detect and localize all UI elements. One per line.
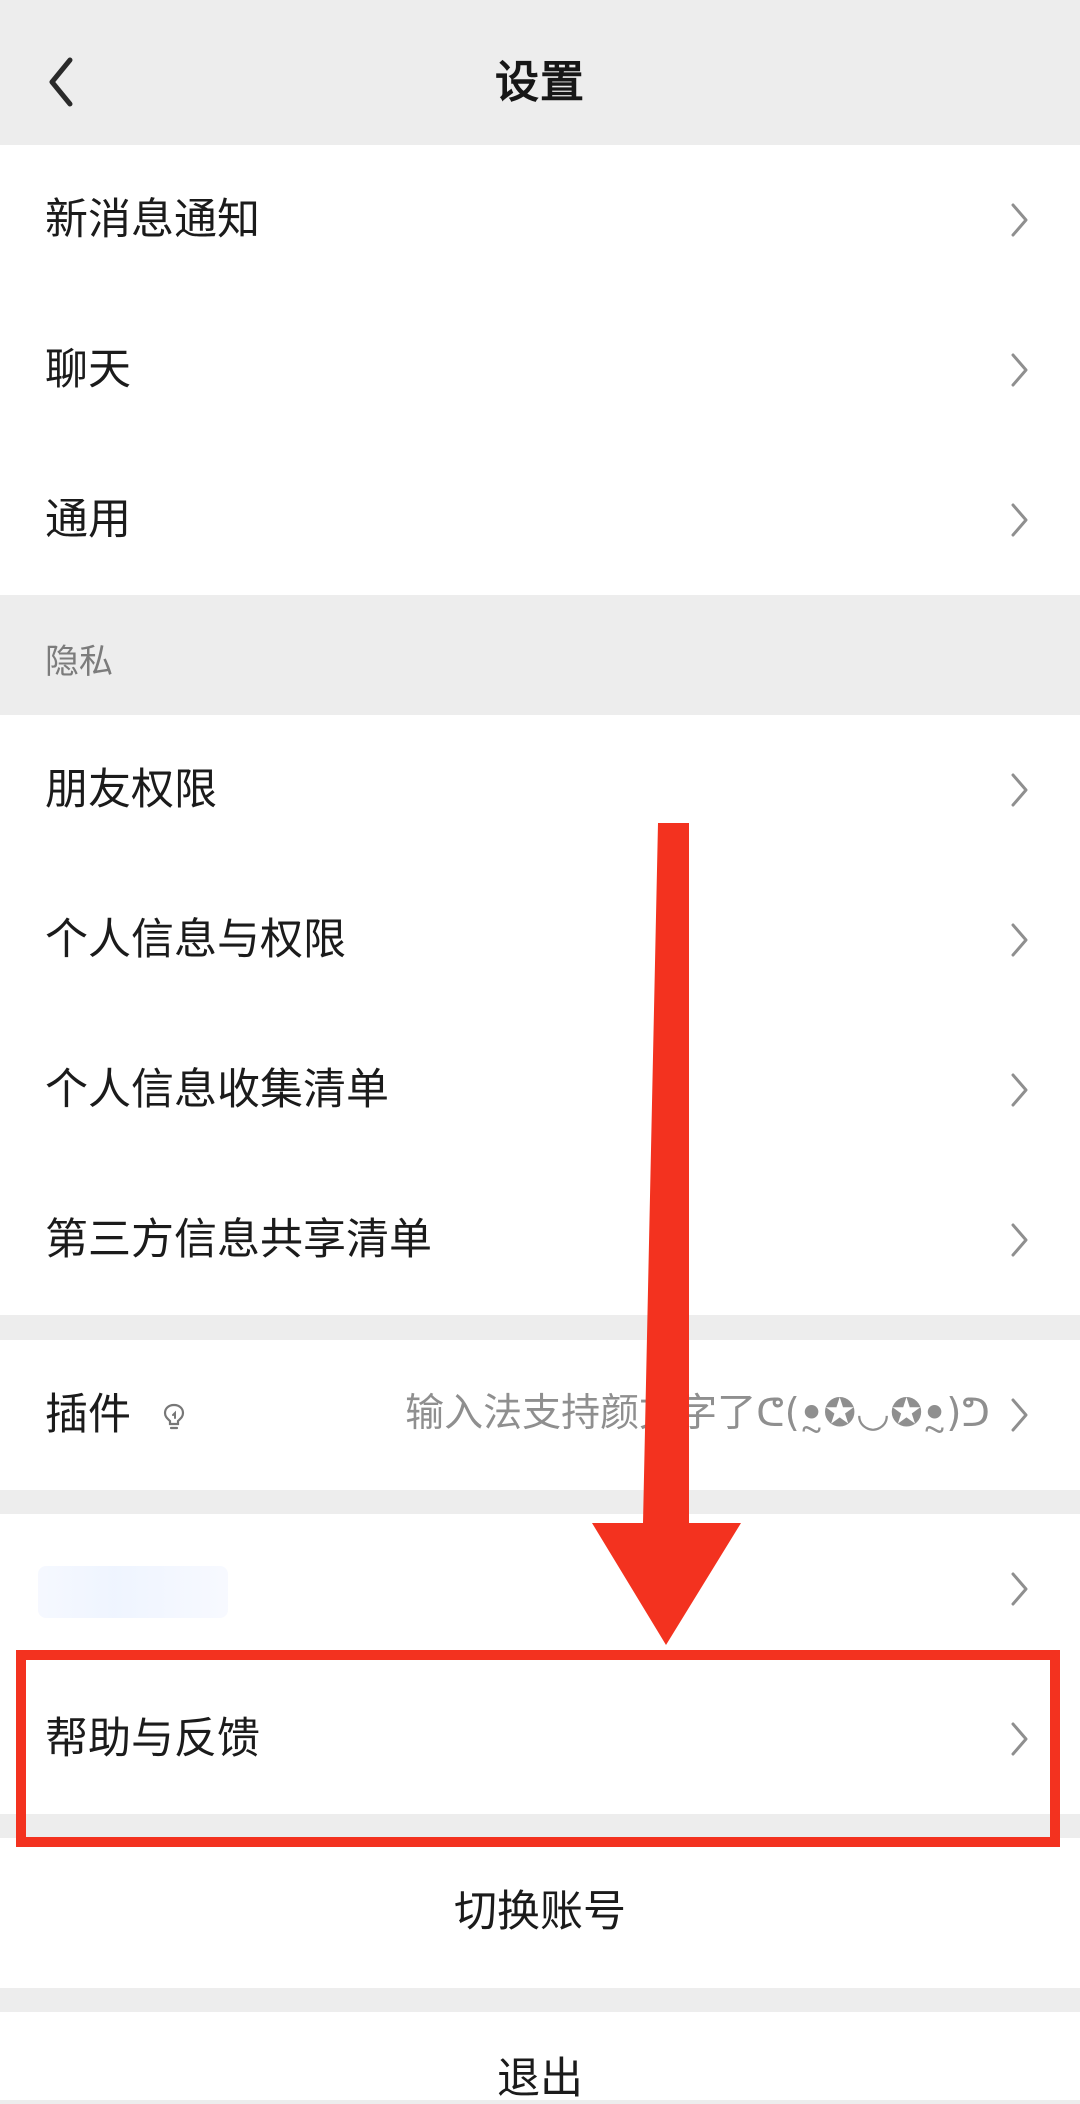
settings-row-chat[interactable]: 聊天 bbox=[0, 295, 1080, 445]
chevron-right-icon bbox=[1006, 349, 1034, 391]
settings-row-obscured[interactable] bbox=[0, 1514, 1080, 1664]
settings-row-label: 插件 bbox=[45, 1390, 131, 1440]
settings-group-privacy: 朋友权限 个人信息与权限 个人信息收集清单 第三方信息共享清单 bbox=[0, 715, 1080, 1315]
logout-section: 退出 bbox=[0, 2012, 1080, 2104]
settings-row-label: 朋友权限 bbox=[45, 765, 217, 815]
settings-group-top: 新消息通知 聊天 通用 bbox=[0, 145, 1080, 595]
obscured-label bbox=[38, 1566, 228, 1618]
chevron-right-icon bbox=[1006, 769, 1034, 811]
chevron-right-icon bbox=[1006, 1069, 1034, 1111]
privacy-section-header: 隐私 bbox=[45, 642, 113, 682]
navigation-bar: 设置 bbox=[0, 0, 1080, 145]
switch-account-button[interactable]: 切换账号 bbox=[0, 1887, 1080, 1937]
settings-row-label: 通用 bbox=[45, 495, 131, 545]
settings-row-label: 帮助与反馈 bbox=[45, 1714, 260, 1764]
settings-group-support: 帮助与反馈 bbox=[0, 1514, 1080, 1814]
chevron-right-icon bbox=[1006, 1219, 1034, 1261]
chevron-right-icon bbox=[1006, 499, 1034, 541]
chevron-right-icon bbox=[1006, 919, 1034, 961]
chevron-right-icon bbox=[1006, 199, 1034, 241]
settings-row-plugins[interactable]: 插件 输入法支持颜文字了ᕦ(ꔸ✪◡✪ꔸ)ᕤ bbox=[0, 1340, 1080, 1490]
page-title: 设置 bbox=[495, 57, 585, 108]
settings-row-general[interactable]: 通用 bbox=[0, 445, 1080, 595]
settings-screen: 设置 新消息通知 聊天 通用 隐私 朋友权限 个人信息与权限 个人信息收集清单 … bbox=[0, 0, 1080, 2104]
plugins-value: 输入法支持颜文字了ᕦ(ꔸ✪◡✪ꔸ)ᕤ bbox=[405, 1391, 990, 1436]
settings-group-plugins: 插件 输入法支持颜文字了ᕦ(ꔸ✪◡✪ꔸ)ᕤ bbox=[0, 1340, 1080, 1490]
settings-row-friend-permissions[interactable]: 朋友权限 bbox=[0, 715, 1080, 865]
settings-row-label: 第三方信息共享清单 bbox=[45, 1215, 432, 1265]
chevron-right-icon bbox=[1006, 1394, 1034, 1436]
settings-row-label: 新消息通知 bbox=[45, 195, 260, 245]
settings-row-label: 个人信息与权限 bbox=[45, 915, 346, 965]
settings-row-help-feedback[interactable]: 帮助与反馈 bbox=[0, 1664, 1080, 1814]
switch-account-section: 切换账号 bbox=[0, 1838, 1080, 1988]
settings-row-personal-info-collection-list[interactable]: 个人信息收集清单 bbox=[0, 1015, 1080, 1165]
settings-row-personal-info-permissions[interactable]: 个人信息与权限 bbox=[0, 865, 1080, 1015]
settings-row-new-message-notifications[interactable]: 新消息通知 bbox=[0, 145, 1080, 295]
chevron-right-icon bbox=[1006, 1718, 1034, 1760]
settings-row-label: 个人信息收集清单 bbox=[45, 1065, 389, 1115]
logout-button[interactable]: 退出 bbox=[0, 2054, 1080, 2104]
settings-row-third-party-sharing-list[interactable]: 第三方信息共享清单 bbox=[0, 1165, 1080, 1315]
chevron-right-icon bbox=[1006, 1568, 1034, 1610]
settings-row-label: 聊天 bbox=[45, 345, 131, 395]
lightbulb-icon bbox=[160, 1402, 188, 1432]
